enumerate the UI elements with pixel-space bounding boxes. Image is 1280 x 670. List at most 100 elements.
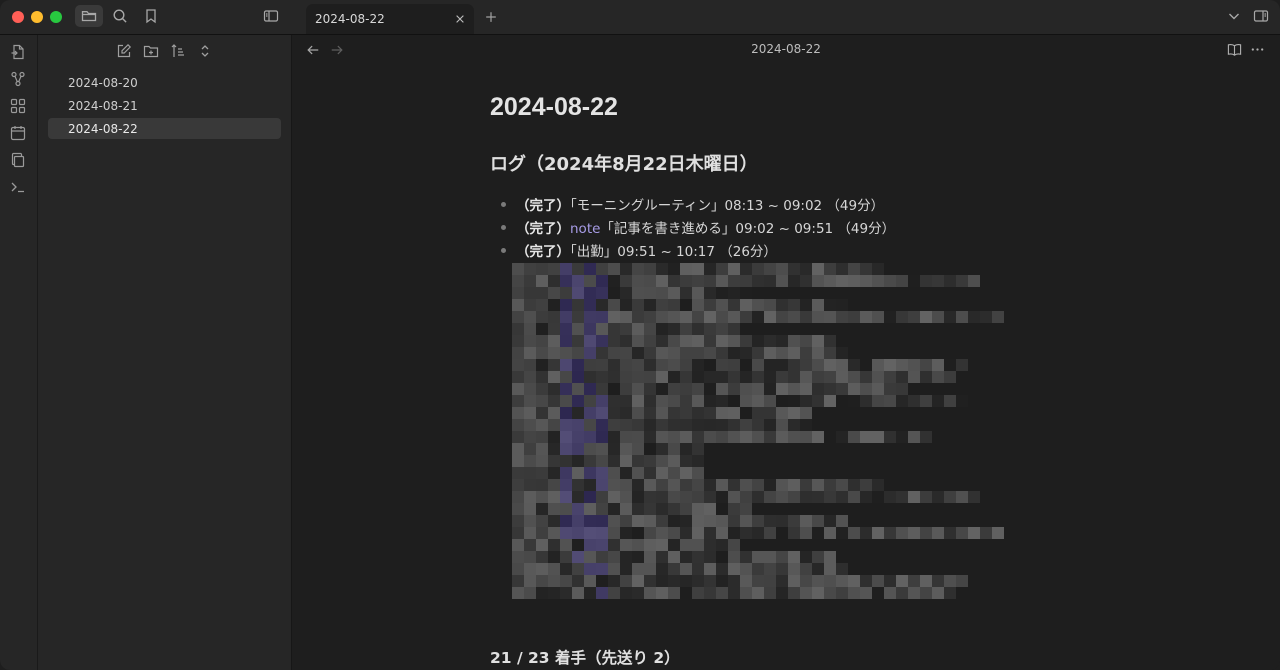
mosaic-cell	[824, 479, 836, 491]
log-text: 「モーニングルーティン」08:13 ~ 09:02 （49分）	[570, 198, 885, 214]
graph-view-icon	[11, 71, 25, 87]
collapse-all-button[interactable]	[197, 43, 215, 61]
new-note-button[interactable]	[116, 43, 134, 61]
mosaic-cell	[656, 263, 668, 275]
mosaic-cell	[680, 467, 692, 479]
mosaic-cell	[560, 431, 572, 443]
search-button[interactable]	[106, 5, 134, 27]
minimize-window-button[interactable]	[31, 11, 43, 23]
mosaic-cell	[548, 383, 560, 395]
mosaic-cell	[548, 431, 560, 443]
daily-note-button[interactable]	[10, 125, 26, 141]
list-item[interactable]: （完了）「モーニングルーティン」08:13 ~ 09:02 （49分）	[500, 194, 895, 217]
tab-active-note[interactable]: 2024-08-22	[306, 4, 474, 34]
mosaic-cell	[620, 299, 632, 311]
note-tag[interactable]: note	[570, 221, 600, 237]
file-item[interactable]: 2024-08-21	[48, 95, 281, 116]
bookmarks-button[interactable]	[137, 5, 165, 27]
command-palette-button[interactable]	[10, 179, 26, 195]
mosaic-cell	[536, 443, 548, 455]
mosaic-cell	[572, 395, 584, 407]
mosaic-cell	[548, 395, 560, 407]
close-window-button[interactable]	[12, 11, 24, 23]
mosaic-cell	[836, 515, 848, 527]
list-item[interactable]: （完了）note「記事を書き進める」09:02 ~ 09:51 （49分）	[500, 217, 895, 240]
graph-view-button[interactable]	[10, 71, 26, 87]
mosaic-cell	[836, 263, 848, 275]
mosaic-cell	[728, 491, 740, 503]
mosaic-cell	[512, 479, 524, 491]
mosaic-cell	[572, 407, 584, 419]
mosaic-cell	[644, 299, 656, 311]
mosaic-cell	[632, 335, 644, 347]
more-options-button[interactable]	[1250, 42, 1266, 58]
mosaic-cell	[620, 539, 632, 551]
mosaic-cell	[704, 503, 716, 515]
reading-view-button[interactable]	[1227, 42, 1243, 58]
mosaic-cell	[572, 479, 584, 491]
mosaic-cell	[908, 371, 920, 383]
mosaic-cell	[668, 323, 680, 335]
mosaic-cell	[716, 587, 728, 599]
mosaic-cell	[596, 515, 608, 527]
mosaic-cell	[704, 419, 716, 431]
mosaic-cell	[644, 287, 656, 299]
mosaic-cell	[704, 383, 716, 395]
list-item[interactable]: （完了）「出勤」09:51 ~ 10:17 （26分）	[500, 240, 895, 263]
mosaic-cell	[620, 479, 632, 491]
mosaic-cell	[632, 551, 644, 563]
mosaic-cell	[776, 263, 788, 275]
mosaic-cell	[764, 551, 776, 563]
mosaic-cell	[512, 311, 524, 323]
mosaic-cell	[584, 263, 596, 275]
zoom-window-button[interactable]	[50, 11, 62, 23]
mosaic-cell	[728, 563, 740, 575]
mosaic-cell	[584, 335, 596, 347]
mosaic-cell	[560, 383, 572, 395]
mosaic-cell	[752, 371, 764, 383]
file-explorer-button[interactable]	[75, 5, 103, 27]
mosaic-cell	[584, 407, 596, 419]
new-folder-button[interactable]	[143, 43, 161, 61]
mosaic-cell	[668, 407, 680, 419]
mosaic-cell	[608, 263, 620, 275]
sort-button[interactable]	[170, 43, 188, 61]
file-item[interactable]: 2024-08-20	[48, 72, 281, 93]
tab-list-button[interactable]	[1220, 5, 1248, 27]
mosaic-cell	[788, 479, 800, 491]
mosaic-cell	[512, 419, 524, 431]
mosaic-cell	[596, 311, 608, 323]
mosaic-cell	[764, 383, 776, 395]
mosaic-cell	[692, 299, 704, 311]
mosaic-cell	[536, 479, 548, 491]
canvas-button[interactable]	[10, 98, 26, 114]
mosaic-cell	[632, 263, 644, 275]
mosaic-cell	[512, 275, 524, 287]
view-header-title[interactable]: 2024-08-22	[292, 42, 1280, 56]
mosaic-cell	[836, 395, 848, 407]
toggle-right-sidebar-button[interactable]	[1247, 5, 1275, 27]
mosaic-cell	[860, 383, 872, 395]
mosaic-cell	[824, 527, 836, 539]
mosaic-cell	[728, 359, 740, 371]
bookmark-icon	[146, 9, 156, 24]
mosaic-cell	[896, 395, 908, 407]
mosaic-cell	[632, 395, 644, 407]
mosaic-cell	[740, 371, 752, 383]
quick-switcher-button[interactable]	[10, 44, 26, 60]
file-item-selected[interactable]: 2024-08-22	[48, 118, 281, 139]
mosaic-cell	[620, 467, 632, 479]
note-content[interactable]: 2024-08-22 ログ（2024年8月22日木曜日） （完了）「モーニングル…	[490, 93, 1010, 667]
new-tab-button[interactable]	[482, 8, 500, 26]
tab-close-button[interactable]	[452, 11, 468, 27]
mosaic-cell	[536, 371, 548, 383]
mosaic-cell	[596, 551, 608, 563]
mosaic-cell	[968, 491, 980, 503]
mosaic-cell	[644, 575, 656, 587]
toggle-left-sidebar-button[interactable]	[257, 5, 285, 27]
mosaic-cell	[548, 347, 560, 359]
mosaic-cell	[704, 359, 716, 371]
mosaic-cell	[824, 311, 836, 323]
templates-button[interactable]	[10, 152, 26, 168]
mosaic-cell	[680, 455, 692, 467]
